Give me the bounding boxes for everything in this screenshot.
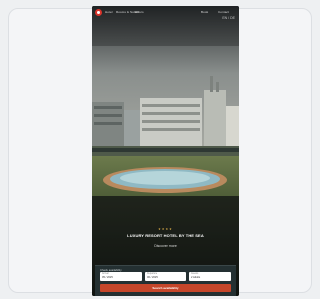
departure-field[interactable]: Departure 06 / 2025: [145, 272, 186, 281]
hotel-logo[interactable]: [95, 9, 102, 16]
rating-stars: ★★★★: [158, 227, 173, 231]
nav-item-hotel[interactable]: Hotel: [105, 10, 113, 14]
guests-value: 2 Adults: [191, 276, 201, 279]
hero-photo: [92, 6, 239, 296]
nav-item-contact[interactable]: Contact: [218, 10, 229, 14]
nav-item-book[interactable]: Book: [201, 10, 208, 14]
website-preview: Hotel Rooms & Suites Offers Book Contact…: [92, 6, 239, 296]
guests-field[interactable]: Guests 2 Adults: [189, 272, 231, 281]
arrival-value: 05 / 2025: [102, 276, 113, 279]
nav-item-offers[interactable]: Offers: [135, 10, 144, 14]
booking-widget: Check availability Arrival 05 / 2025 Dep…: [95, 265, 236, 296]
departure-value: 06 / 2025: [147, 276, 158, 279]
language-switcher[interactable]: EN / DE: [222, 16, 235, 20]
hero-subline[interactable]: Discover more: [92, 244, 239, 248]
arrival-field[interactable]: Arrival 05 / 2025: [100, 272, 142, 281]
hero-headline: LUXURY RESORT HOTEL BY THE SEA: [127, 233, 204, 238]
site-header: Hotel Rooms & Suites Offers Book Contact…: [92, 6, 239, 20]
search-availability-button[interactable]: Search availability: [100, 284, 231, 292]
